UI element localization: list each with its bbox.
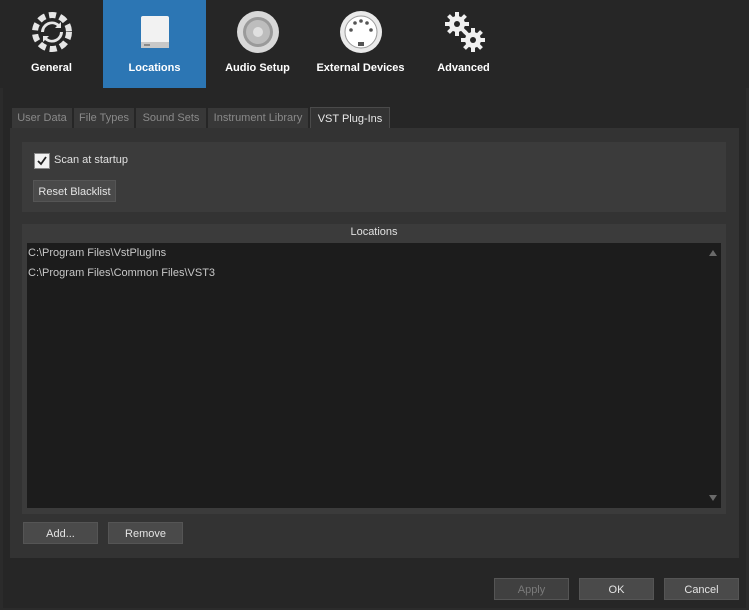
toolbar-advanced-label: Advanced xyxy=(437,62,490,74)
sync-gear-icon xyxy=(31,12,72,52)
ok-button[interactable]: OK xyxy=(579,578,654,600)
list-item[interactable]: C:\Program Files\VstPlugIns xyxy=(28,247,166,259)
drive-icon xyxy=(140,16,169,48)
toolbar-locations[interactable]: Locations xyxy=(103,0,206,88)
toolbar-external-devices[interactable]: External Devices xyxy=(309,0,412,88)
tab-user-data[interactable]: User Data xyxy=(12,108,72,128)
preferences-toolbar: General Locations Audio Setup External D… xyxy=(0,0,749,88)
speaker-icon xyxy=(236,11,279,53)
toolbar-external-devices-label: External Devices xyxy=(316,62,405,74)
scroll-up-icon[interactable] xyxy=(709,250,717,256)
tab-file-types[interactable]: File Types xyxy=(74,108,134,128)
toolbar-locations-label: Locations xyxy=(128,62,181,74)
scroll-down-icon[interactable] xyxy=(709,495,717,501)
toolbar-audio-setup-label: Audio Setup xyxy=(225,62,290,74)
locations-header: Locations xyxy=(350,226,398,238)
scan-at-startup-label: Scan at startup xyxy=(54,154,128,166)
scan-at-startup-checkbox[interactable] xyxy=(34,153,50,169)
apply-button[interactable]: Apply xyxy=(494,578,569,600)
locations-list[interactable]: C:\Program Files\VstPlugIns C:\Program F… xyxy=(27,243,721,508)
gears-icon xyxy=(444,12,485,52)
cancel-button[interactable]: Cancel xyxy=(664,578,739,600)
reset-blacklist-button[interactable]: Reset Blacklist xyxy=(33,180,116,202)
checkmark-icon xyxy=(37,156,47,166)
tab-vst-plug-ins[interactable]: VST Plug-Ins xyxy=(310,107,390,130)
remove-location-button[interactable]: Remove xyxy=(108,522,183,544)
tab-instrument-library[interactable]: Instrument Library xyxy=(208,108,308,128)
scan-group xyxy=(22,142,726,212)
toolbar-advanced[interactable]: Advanced xyxy=(412,0,515,88)
list-item[interactable]: C:\Program Files\Common Files\VST3 xyxy=(28,267,215,279)
toolbar-general[interactable]: General xyxy=(0,0,103,88)
toolbar-audio-setup[interactable]: Audio Setup xyxy=(206,0,309,88)
midi-connector-icon xyxy=(339,11,382,53)
add-location-button[interactable]: Add... xyxy=(23,522,98,544)
toolbar-general-label: General xyxy=(31,62,72,74)
tab-sound-sets[interactable]: Sound Sets xyxy=(136,108,206,128)
